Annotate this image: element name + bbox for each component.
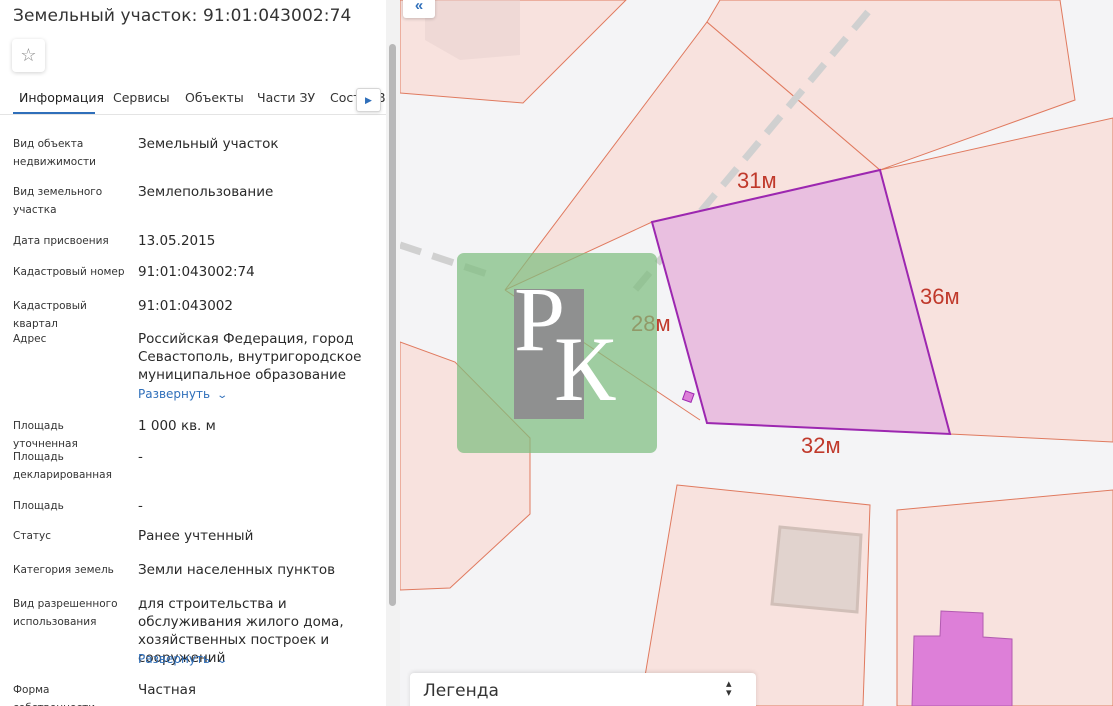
field-label: Форма собственности	[13, 684, 95, 706]
collapse-panel-button[interactable]: «	[403, 0, 435, 18]
building-footprint	[770, 525, 863, 614]
field-label: Дата присвоения	[13, 235, 109, 247]
scrollbar-thumb[interactable]	[389, 44, 396, 606]
tab-objects[interactable]: Объекты	[185, 90, 244, 105]
field-value: 13.05.2015	[138, 233, 216, 249]
expand-label: Развернуть	[138, 387, 211, 401]
field-label: Вид объекта недвижимости	[13, 138, 96, 168]
field-value[interactable]: 91:01:043002:74	[138, 263, 378, 281]
tab-bar: Информация Сервисы Объекты Части ЗУ Сост…	[0, 85, 386, 115]
legend-panel[interactable]: Легенда ▴ ▾	[410, 673, 756, 706]
field-label: Адрес	[13, 333, 47, 345]
panel-scrollbar[interactable]	[386, 0, 400, 706]
tab-information[interactable]: Информация	[19, 90, 104, 105]
field-value: -	[138, 498, 143, 514]
expand-collapse-icon[interactable]: ▴ ▾	[726, 679, 732, 699]
field-label: Кадастровый номер	[13, 266, 125, 278]
field-label: Статус	[13, 530, 51, 542]
expand-label: Развернуть	[138, 652, 211, 666]
chevron-down-icon: ⌄	[216, 655, 229, 666]
small-marker[interactable]	[681, 390, 695, 404]
watermark-logo: Р К	[457, 253, 657, 453]
field-value[interactable]: 91:01:043002	[138, 297, 378, 315]
expand-permitted-use-link[interactable]: Развернуть ⌄	[138, 652, 229, 666]
watermark-letter-k: К	[554, 318, 616, 420]
field-label: Вид разрешенного использования	[13, 598, 118, 628]
field-value: Земли населенных пунктов	[138, 562, 336, 578]
tab-parts[interactable]: Части ЗУ	[257, 90, 315, 105]
dimension-label-right: 36м	[920, 284, 960, 309]
expand-address-link[interactable]: Развернуть ⌄	[138, 387, 229, 401]
field-label: Площадь	[13, 500, 64, 512]
star-icon: ☆	[20, 45, 37, 65]
field-value: Земельный участок	[138, 136, 279, 152]
dimension-label-top: 31м	[737, 168, 777, 193]
info-panel: Земельный участок: 91:01:043002:74 ☆ Инф…	[0, 0, 400, 706]
field-label: Категория земель	[13, 564, 114, 576]
favorite-button[interactable]: ☆	[12, 39, 45, 72]
field-value: Ранее учтенный	[138, 528, 254, 544]
field-value: Российская Федерация, город Севастополь,…	[138, 331, 362, 383]
field-value: -	[138, 449, 143, 465]
dimension-label-bottom: 32м	[801, 433, 841, 458]
field-label: Вид земельного участка	[13, 186, 103, 216]
field-value: 1 000 кв. м	[138, 418, 216, 434]
chevron-right-icon: ▶	[365, 94, 372, 105]
active-tab-indicator	[13, 112, 95, 114]
chevron-down-icon: ⌄	[216, 390, 229, 401]
field-label: Кадастровый квартал	[13, 300, 87, 330]
page-title: Земельный участок: 91:01:043002:74	[13, 6, 352, 26]
double-chevron-left-icon: «	[414, 0, 424, 14]
field-label: Площадь декларированная	[13, 451, 112, 481]
field-value: Землепользование	[138, 184, 274, 200]
tab-services[interactable]: Сервисы	[113, 90, 170, 105]
legend-label: Легенда	[423, 681, 499, 701]
tabs-scroll-right-button[interactable]: ▶	[356, 88, 381, 112]
field-value: Частная	[138, 682, 197, 698]
